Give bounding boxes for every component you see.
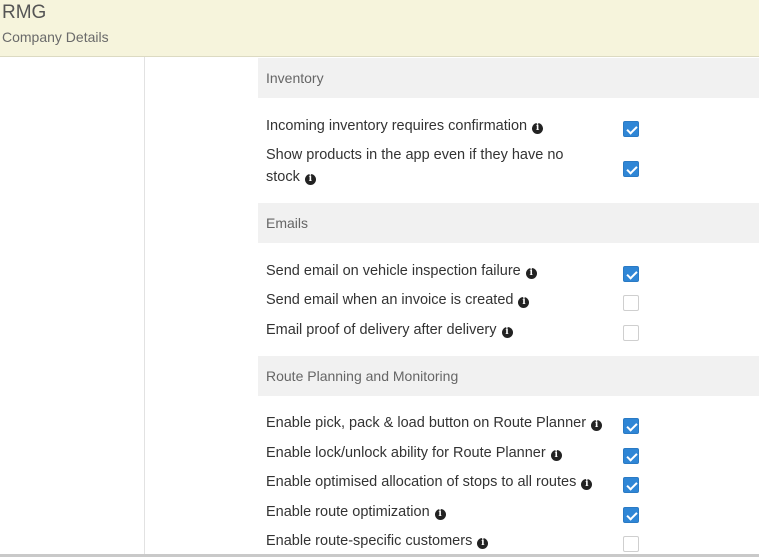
setting-email-vehicle-inspection: Send email on vehicle inspection failure… xyxy=(266,260,537,282)
checkbox-lock-unlock[interactable] xyxy=(623,448,639,464)
setting-label-line1: Show products in the app even if they ha… xyxy=(266,147,564,163)
setting-label: Enable optimised allocation of stops to … xyxy=(266,474,577,490)
checkbox-email-proof-of-delivery[interactable] xyxy=(623,325,639,341)
setting-label: Send email on vehicle inspection failure xyxy=(266,263,521,279)
section-header-emails: Emails xyxy=(258,203,759,243)
setting-optimised-allocation: Enable optimised allocation of stops to … xyxy=(266,471,593,493)
info-icon[interactable]: i xyxy=(304,174,316,185)
setting-lock-unlock: Enable lock/unlock ability for Route Pla… xyxy=(266,442,562,464)
info-icon[interactable]: i xyxy=(434,509,446,520)
checkbox-route-specific-customers[interactable] xyxy=(623,536,639,552)
info-icon[interactable]: i xyxy=(477,538,489,549)
setting-label: Enable lock/unlock ability for Route Pla… xyxy=(266,445,546,461)
setting-label-line2: stock xyxy=(266,169,300,185)
setting-route-specific-customers: Enable route-specific customers i xyxy=(266,530,489,552)
setting-email-invoice-created: Send email when an invoice is created i xyxy=(266,289,530,311)
checkbox-pick-pack-load[interactable] xyxy=(623,418,639,434)
checkbox-route-optimization[interactable] xyxy=(623,507,639,523)
info-icon[interactable]: i xyxy=(581,479,593,490)
company-name: RMG xyxy=(2,2,47,23)
checkbox-optimised-allocation[interactable] xyxy=(623,477,639,493)
info-icon[interactable]: i xyxy=(550,450,562,461)
setting-pick-pack-load: Enable pick, pack & load button on Route… xyxy=(266,412,603,434)
setting-email-proof-of-delivery: Email proof of delivery after delivery i xyxy=(266,319,513,341)
info-icon[interactable]: i xyxy=(518,297,530,308)
checkbox-email-invoice-created[interactable] xyxy=(623,295,639,311)
info-icon[interactable]: i xyxy=(591,420,603,431)
setting-label: Send email when an invoice is created xyxy=(266,292,514,308)
setting-route-optimization: Enable route optimization i xyxy=(266,501,446,523)
setting-label: Enable route optimization xyxy=(266,504,430,520)
checkbox-incoming-inventory[interactable] xyxy=(623,121,639,137)
info-icon[interactable]: i xyxy=(501,327,513,338)
info-icon[interactable]: i xyxy=(532,123,544,134)
setting-label: Enable route-specific customers xyxy=(266,533,473,549)
left-column xyxy=(0,57,145,557)
section-header-inventory: Inventory xyxy=(258,58,759,98)
setting-show-products-no-stock: Show products in the app even if they ha… xyxy=(266,144,606,188)
setting-label: Email proof of delivery after delivery xyxy=(266,322,497,338)
page-subtitle: Company Details xyxy=(2,29,109,45)
checkbox-email-vehicle-inspection[interactable] xyxy=(623,266,639,282)
setting-incoming-inventory: Incoming inventory requires confirmation… xyxy=(266,115,544,137)
page-header: RMG Company Details xyxy=(0,0,759,57)
info-icon[interactable]: i xyxy=(525,268,537,279)
section-header-route-planning: Route Planning and Monitoring xyxy=(258,356,759,396)
setting-label: Incoming inventory requires confirmation xyxy=(266,118,528,134)
checkbox-show-products-no-stock[interactable] xyxy=(623,161,639,177)
setting-label: Enable pick, pack & load button on Route… xyxy=(266,415,587,431)
